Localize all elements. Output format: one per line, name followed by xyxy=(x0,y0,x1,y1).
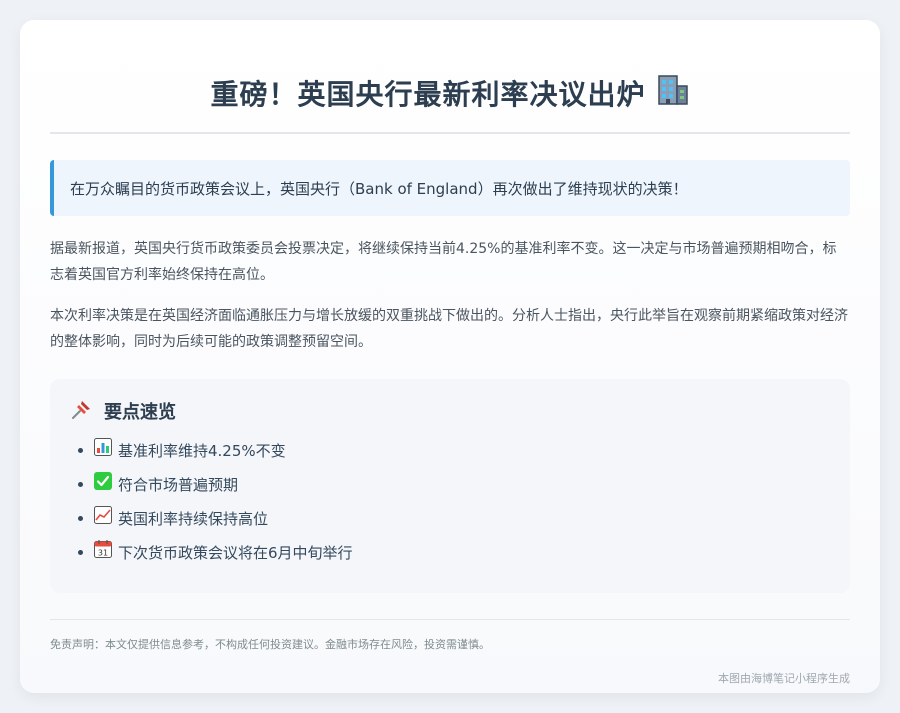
credit-text: 本图由海博笔记小程序生成 xyxy=(718,672,850,685)
page-title-container: 重磅！英国央行最新利率决议出炉 xyxy=(50,20,850,120)
callout-text: 在万众瞩目的货币政策会议上，英国央行（Bank of England）再次做出了… xyxy=(70,179,688,198)
list-item-text: 下次货币政策会议将在6月中旬举行 xyxy=(118,543,353,562)
key-points-list: 基准利率维持4.25%不变 符合市场普遍预期 xyxy=(70,433,830,569)
paragraph-1: 据最新报道，英国央行货币政策委员会投票决定，将继续保持当前4.25%的基准利率不… xyxy=(50,241,837,283)
list-item: 符合市场普遍预期 xyxy=(94,467,830,501)
key-points-box: 要点速览 基准利率维持4.25%不变 xyxy=(50,379,850,593)
footer-divider xyxy=(50,619,850,620)
list-item-text: 基准利率维持4.25%不变 xyxy=(118,441,286,460)
list-item-text: 英国利率持续保持高位 xyxy=(118,509,269,528)
list-item: 基准利率维持4.25%不变 xyxy=(94,433,830,467)
key-points-heading: 要点速览 xyxy=(104,402,176,423)
article-card: 重磅！英国央行最新利率决议出炉 在万众瞩目的货币政策会议上，英国央行（Bank … xyxy=(20,20,880,693)
list-item-text: 符合市场普遍预期 xyxy=(118,475,239,494)
disclaimer-text: 免责声明：本文仅提供信息参考，不构成任何投资建议。金融市场存在风险，投资需谨慎。 xyxy=(50,638,490,651)
pushpin-icon xyxy=(70,397,94,426)
page-title: 重磅！英国央行最新利率决议出炉 xyxy=(210,77,646,111)
svg-text:31: 31 xyxy=(98,548,108,557)
list-item: 31 下次货币政策会议将在6月中旬举行 xyxy=(94,535,830,569)
bar-chart-icon xyxy=(94,434,112,468)
trending-up-icon xyxy=(94,502,112,536)
title-divider xyxy=(50,132,850,134)
paragraph-2: 本次利率决策是在英国经济面临通胀压力与增长放缓的双重挑战下做出的。分析人士指出，… xyxy=(50,308,848,350)
key-points-header: 要点速览 xyxy=(70,397,830,425)
office-building-icon xyxy=(656,72,690,113)
highlight-callout: 在万众瞩目的货币政策会议上，英国央行（Bank of England）再次做出了… xyxy=(50,160,850,216)
calendar-icon: 31 xyxy=(94,536,112,570)
list-item: 英国利率持续保持高位 xyxy=(94,501,830,535)
check-mark-icon xyxy=(94,468,112,502)
